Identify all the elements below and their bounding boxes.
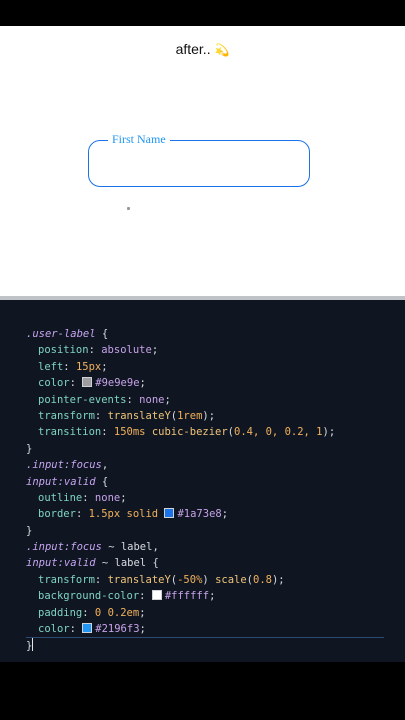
code-line: } <box>26 638 34 653</box>
text-caret <box>32 638 34 652</box>
code-block: .user-label { position: absolute; left: … <box>26 326 384 655</box>
code-line: } <box>26 442 33 455</box>
code-line: transform: translateY(-50%) scale(0.8); <box>38 573 285 586</box>
color-swatch-icon <box>151 590 162 601</box>
first-name-label: First Name <box>108 132 170 147</box>
code-line: outline: none; <box>38 491 127 504</box>
code-line-active: color: #2196f3; <box>26 621 384 639</box>
code-line: pointer-events: none; <box>38 393 171 406</box>
code-line: background-color: #ffffff; <box>38 590 216 603</box>
code-line: } <box>26 524 33 537</box>
bottom-black-bar <box>0 662 405 720</box>
color-swatch-icon <box>82 623 93 634</box>
code-editor[interactable]: .user-label { position: absolute; left: … <box>0 300 405 662</box>
preview-pane: after.. 💫 First Name <box>0 26 405 298</box>
code-line: input:valid ~ label { <box>26 557 159 570</box>
code-line: padding: 0 0.2em; <box>38 606 146 619</box>
top-black-bar <box>0 0 405 26</box>
caption-emoji: 💫 <box>214 43 230 57</box>
caption-text: after.. <box>175 41 211 57</box>
code-line: .input:focus ~ label, <box>26 541 159 554</box>
code-line: color: #9e9e9e; <box>38 377 146 390</box>
caption: after.. 💫 <box>0 41 405 57</box>
code-line: transform: translateY(1rem); <box>38 409 216 422</box>
code-line: transition: 150ms cubic-bezier(0.4, 0, 0… <box>38 426 336 439</box>
code-line: input:valid { <box>26 475 109 488</box>
code-line: border: 1.5px solid #1a73e8; <box>38 508 229 521</box>
mouse-cursor <box>127 207 130 210</box>
color-swatch-icon <box>82 377 93 388</box>
code-line: left: 15px; <box>38 360 108 373</box>
first-name-input[interactable] <box>88 140 310 187</box>
color-swatch-icon <box>164 508 175 519</box>
code-line: .input:focus, <box>26 459 109 472</box>
code-line: .user-label { <box>26 328 109 340</box>
code-line: position: absolute; <box>38 344 159 357</box>
